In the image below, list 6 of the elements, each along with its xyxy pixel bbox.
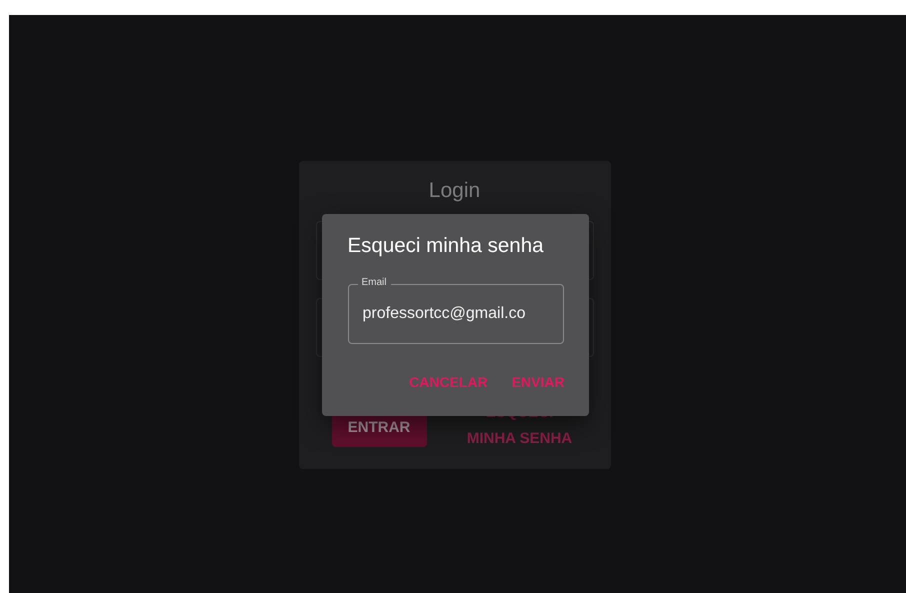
dialog-title: Esqueci minha senha — [348, 234, 545, 258]
login-title: Login — [428, 179, 480, 203]
email-value: professortcc@gmail.co — [362, 305, 526, 323]
cancel-button[interactable]: CANCELAR — [401, 368, 496, 396]
email-label: Email — [358, 278, 391, 288]
send-button[interactable]: ENVIAR — [504, 368, 572, 396]
